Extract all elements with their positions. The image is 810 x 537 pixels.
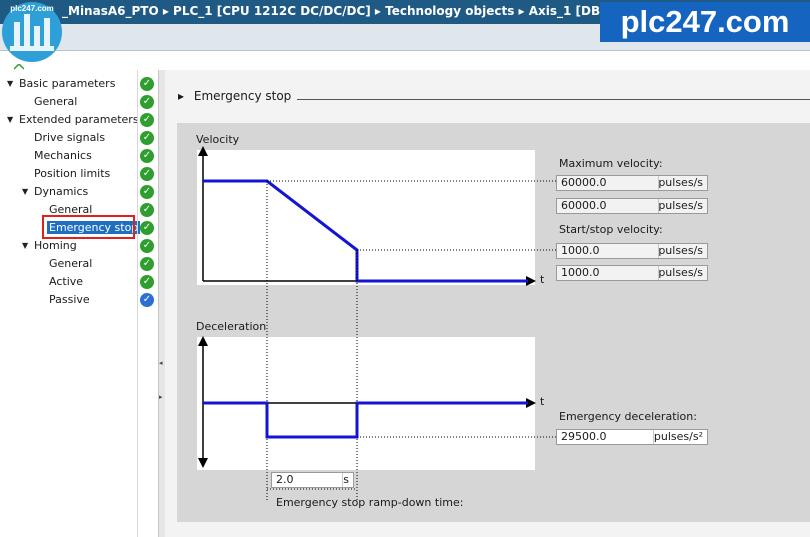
max-velocity-readonly-value: 60000.0 — [561, 199, 607, 212]
start-stop-velocity-unit: pulses/s — [658, 244, 703, 257]
decel-y-arrow-icon — [198, 336, 208, 346]
max-velocity-readonly-field: 60000.0 pulses/s — [556, 198, 708, 214]
velocity-profile-line — [203, 179, 528, 283]
max-velocity-unit: pulses/s — [658, 176, 703, 189]
emergency-deceleration-unit: pulses/s² — [653, 430, 703, 443]
emergency-deceleration-value: 29500.0 — [561, 430, 607, 443]
ramp-down-time-unit: s — [343, 473, 349, 486]
start-stop-velocity-field[interactable]: 1000.0 pulses/s — [556, 243, 708, 259]
ramp-down-time-label: Emergency stop ramp-down time: — [276, 496, 464, 509]
start-stop-velocity-readonly-unit: pulses/s — [658, 266, 703, 279]
max-velocity-label: Maximum velocity: — [559, 157, 663, 170]
emergency-deceleration-field[interactable]: 29500.0 pulses/s² — [556, 429, 708, 445]
velocity-y-arrow-icon — [198, 146, 208, 156]
emergency-deceleration-label: Emergency deceleration: — [559, 410, 697, 423]
start-stop-velocity-readonly-value: 1000.0 — [561, 266, 600, 279]
ramp-down-time-field[interactable]: 2.0 s — [271, 472, 354, 488]
start-stop-velocity-readonly-field: 1000.0 pulses/s — [556, 265, 708, 281]
decel-profile-line — [203, 401, 528, 439]
max-velocity-readonly-unit: pulses/s — [658, 199, 703, 212]
velocity-t-label: t — [540, 273, 545, 286]
start-stop-velocity-label: Start/stop velocity: — [559, 223, 663, 236]
start-stop-velocity-value: 1000.0 — [561, 244, 600, 257]
decel-y-down-arrow-icon — [198, 458, 208, 468]
decel-t-label: t — [540, 395, 545, 408]
max-velocity-field[interactable]: 60000.0 pulses/s — [556, 175, 708, 191]
max-velocity-value: 60000.0 — [561, 176, 607, 189]
ramp-down-time-value: 2.0 — [276, 473, 294, 486]
